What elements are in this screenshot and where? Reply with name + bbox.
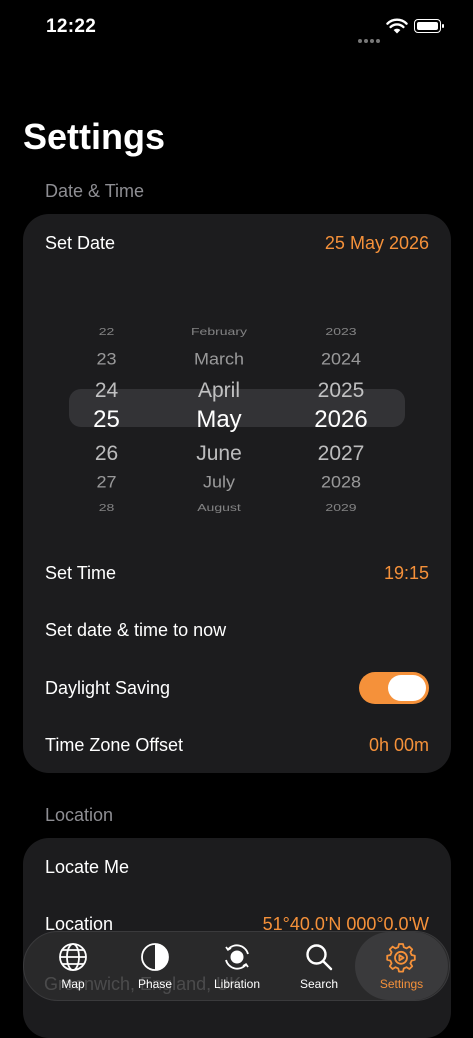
locate-me-label[interactable]: Locate Me — [45, 857, 129, 878]
picker-month-item[interactable]: June — [149, 443, 289, 464]
tab-settings-label: Settings — [379, 977, 424, 991]
tab-settings[interactable]: Settings — [355, 932, 448, 1000]
status-time: 12:22 — [46, 16, 97, 37]
month-wheel[interactable]: February March April May June July August — [149, 302, 289, 513]
picker-month-item[interactable]: July — [149, 474, 289, 491]
timezone-offset-row[interactable]: Time Zone Offset 0h 00m — [45, 730, 429, 760]
cellular-signal-icon — [358, 30, 382, 48]
set-date-label: Set Date — [45, 232, 116, 253]
picker-year-item[interactable]: 2027 — [297, 443, 385, 464]
date-time-header: Date & Time — [45, 181, 145, 201]
daylight-saving-row: Daylight Saving — [45, 672, 429, 704]
daylight-saving-label: Daylight Saving — [45, 677, 171, 698]
tab-phase[interactable]: Phase — [114, 932, 196, 1000]
picker-year-item[interactable]: 2028 — [297, 474, 385, 491]
globe-icon — [59, 943, 87, 971]
search-icon — [306, 944, 333, 971]
battery-icon — [414, 19, 444, 33]
tab-search-label: Search — [299, 977, 339, 991]
picker-day-item[interactable]: 27 — [79, 474, 134, 491]
libration-icon — [225, 944, 249, 970]
day-wheel[interactable]: 22 23 24 25 26 27 28 — [79, 302, 134, 513]
picker-day-item[interactable]: 28 — [79, 502, 134, 513]
picker-month-item[interactable]: May — [149, 408, 289, 432]
picker-year-item[interactable]: 2025 — [297, 380, 385, 401]
tab-phase-label: Phase — [137, 977, 173, 991]
page-title: Settings — [23, 116, 166, 157]
picker-year-item[interactable]: 2029 — [297, 502, 385, 513]
picker-month-item[interactable]: August — [149, 502, 289, 513]
year-wheel[interactable]: 2023 2024 2025 2026 2027 2028 2029 — [297, 302, 385, 513]
location-header: Location — [45, 805, 114, 825]
set-time-value[interactable]: 19:15 — [384, 563, 429, 584]
picker-year-item[interactable]: 2026 — [297, 408, 385, 432]
set-time-label: Set Time — [45, 562, 117, 583]
picker-day-item[interactable]: 23 — [79, 351, 134, 368]
toggle-knob — [388, 675, 426, 701]
picker-day-item[interactable]: 24 — [79, 380, 134, 401]
picker-month-item[interactable]: February — [149, 326, 289, 337]
timezone-offset-value[interactable]: 0h 00m — [369, 735, 429, 756]
set-date-value[interactable]: 25 May 2026 — [325, 233, 429, 254]
set-date-row[interactable]: Set Date 25 May 2026 — [45, 228, 429, 258]
date-picker-wheel[interactable]: 22 23 24 25 26 27 28 February March April May June… — [69, 302, 405, 513]
status-bar: 12:22 — [0, 0, 473, 54]
tab-map-label: Map — [61, 977, 85, 991]
date-time-card: Set Date 25 May 2026 22 23 24 25 26 27 28 Febr… — [23, 214, 451, 773]
tab-search[interactable]: Search — [278, 932, 360, 1000]
tab-libration[interactable]: Libration — [196, 932, 278, 1000]
picker-month-item[interactable]: April — [149, 380, 289, 401]
wifi-icon — [386, 18, 408, 34]
timezone-offset-label: Time Zone Offset — [45, 734, 184, 755]
picker-month-item[interactable]: March — [149, 351, 289, 368]
tab-map[interactable]: Map — [32, 932, 114, 1000]
set-now-label[interactable]: Set date & time to now — [45, 620, 226, 641]
picker-year-item[interactable]: 2023 — [297, 326, 385, 337]
gear-icon — [386, 943, 416, 973]
set-now-row[interactable]: Set date & time to now — [45, 615, 429, 645]
picker-year-item[interactable]: 2024 — [297, 351, 385, 368]
moon-phase-icon — [141, 943, 169, 971]
tab-bar: Greenwich, England, UK Map Phase Librati… — [23, 931, 450, 1001]
picker-day-item[interactable]: 26 — [79, 443, 134, 464]
tab-libration-label: Libration — [213, 977, 261, 991]
picker-day-item[interactable]: 22 — [79, 326, 134, 337]
locate-me-row[interactable]: Locate Me — [45, 852, 429, 882]
daylight-saving-toggle[interactable] — [359, 672, 429, 704]
picker-day-item[interactable]: 25 — [79, 408, 134, 432]
set-time-row[interactable]: Set Time 19:15 — [45, 558, 429, 588]
